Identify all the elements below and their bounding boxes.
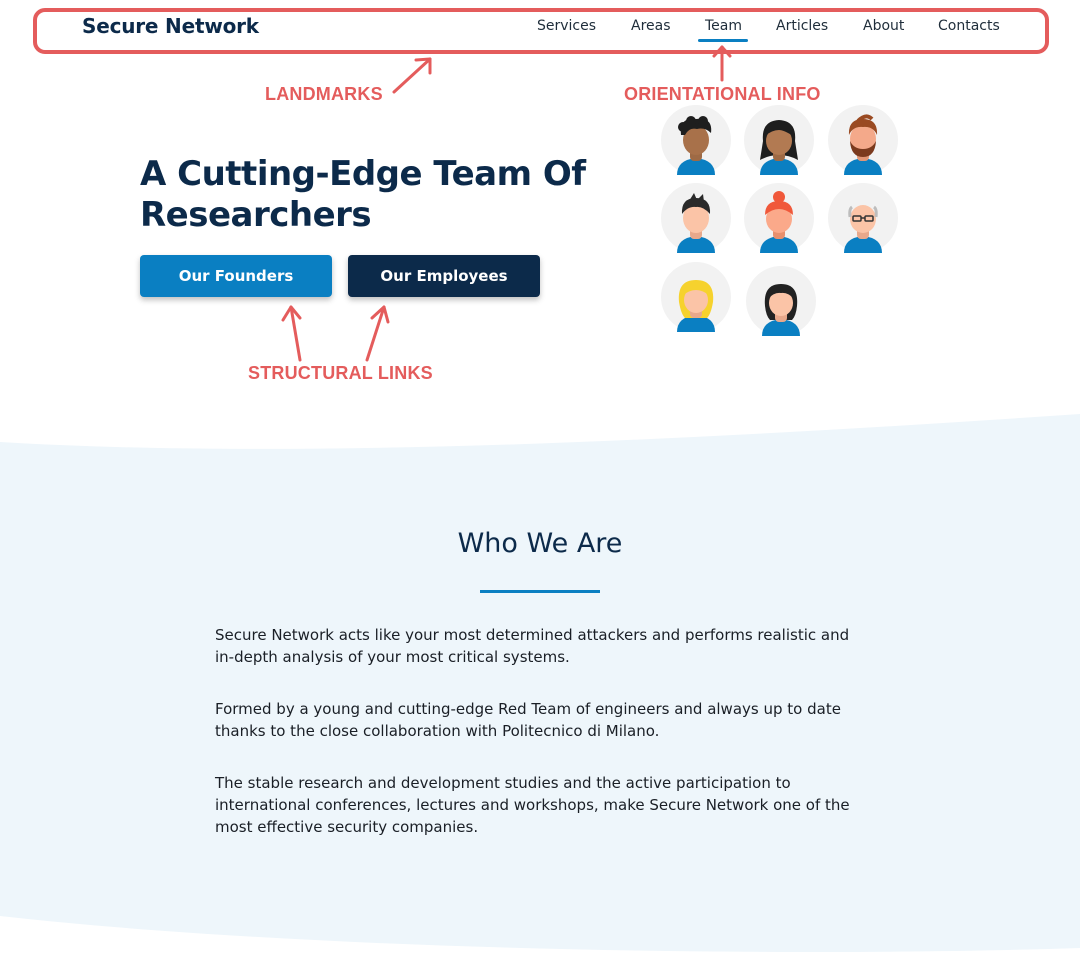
section-divider [480, 590, 600, 593]
our-employees-button[interactable]: Our Employees [348, 255, 540, 297]
avatar [828, 183, 898, 253]
avatar [661, 262, 731, 332]
structural-links-label: STRUCTURAL LINKS [248, 363, 433, 383]
avatar [746, 266, 816, 336]
who-we-are-title: Who We Are [457, 528, 623, 559]
avatar [661, 183, 731, 253]
avatar [661, 105, 731, 175]
avatar [744, 105, 814, 175]
avatar [744, 183, 814, 253]
landmarks-label: LANDMARKS [265, 84, 383, 104]
who-we-are-paragraph: Formed by a young and cutting-edge Red T… [215, 700, 841, 740]
landmarks-annotation-box [33, 8, 1049, 54]
who-we-are-paragraph: The stable research and development stud… [215, 774, 850, 836]
avatar [828, 105, 898, 175]
our-founders-button[interactable]: Our Founders [140, 255, 332, 297]
hero-title: A Cutting-Edge Team Of Researchers [140, 154, 586, 235]
orientational-info-label: ORIENTATIONAL INFO [624, 84, 821, 104]
who-we-are-paragraph: Secure Network acts like your most deter… [215, 626, 850, 666]
